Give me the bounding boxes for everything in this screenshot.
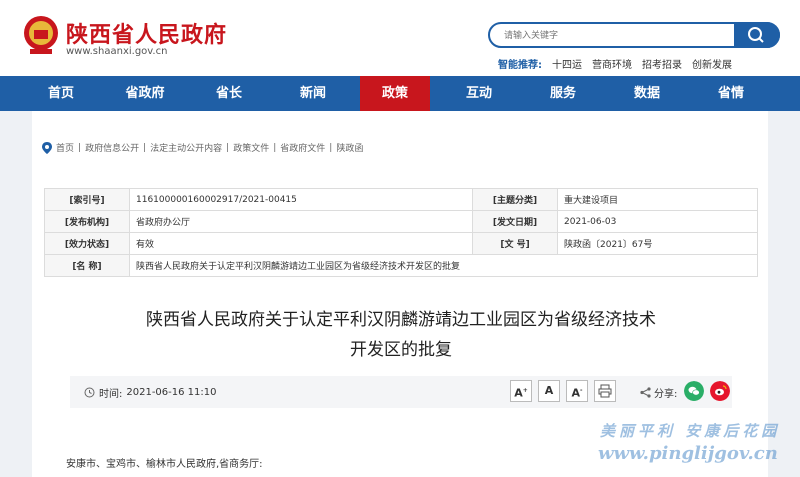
wechat-icon[interactable] <box>684 381 704 401</box>
print-button[interactable] <box>594 380 616 402</box>
hot-link[interactable]: 招考招录 <box>642 56 682 71</box>
font-size-decrease-button[interactable]: A- <box>566 380 588 402</box>
meta-value: 重大建设项目 <box>557 188 758 211</box>
meta-value: 陕政函〔2021〕67号 <box>557 232 758 255</box>
weibo-icon[interactable] <box>710 381 730 401</box>
breadcrumb-link[interactable]: 政府信息公开 <box>85 141 139 154</box>
breadcrumb-current[interactable]: 陕政函 <box>336 141 363 154</box>
nav-item-policy[interactable]: 政策 <box>360 76 430 111</box>
share-group: 分享: <box>640 385 677 400</box>
search-input[interactable] <box>502 27 726 45</box>
breadcrumb: 首页 | 政府信息公开 | 法定主动公开内容 | 政策文件 | 省政府文件 | … <box>42 141 363 154</box>
hot-link[interactable]: 营商环境 <box>592 56 632 71</box>
meta-label: [发布机构] <box>44 210 130 233</box>
publish-time-value: 2021-06-16 11:10 <box>126 387 217 398</box>
clock-icon <box>84 387 95 398</box>
breadcrumb-separator-icon: | <box>273 142 277 153</box>
font-size-increase-button[interactable]: A+ <box>510 380 532 402</box>
watermark-slogan: 美丽平利 安康后花园 <box>600 422 781 440</box>
publish-time: 时间: 2021-06-16 11:10 <box>84 385 217 400</box>
nav-item-province-info[interactable]: 省情 <box>696 76 766 111</box>
meta-label: [文 号] <box>472 232 559 255</box>
table-row: [索引号] 116100000160002917/2021-00415 [主题分… <box>44 188 758 211</box>
breadcrumb-link[interactable]: 政策文件 <box>233 141 269 154</box>
font-small-label: A <box>571 386 580 400</box>
nav-item-service[interactable]: 服务 <box>528 76 598 111</box>
document-title-line: 陕西省人民政府关于认定平利汉阴麟游靖边工业园区为省级经济技术 <box>146 310 656 330</box>
breadcrumb-separator-icon: | <box>329 142 333 153</box>
meta-value: 116100000160002917/2021-00415 <box>128 188 474 211</box>
hot-link[interactable]: 十四运 <box>552 56 582 71</box>
letter-recipients: 安康市、宝鸡市、榆林市人民政府,省商务厅: <box>66 459 263 470</box>
document-title: 陕西省人民政府关于认定平利汉阴麟游靖边工业园区为省级经济技术 开发区的批复 <box>44 305 758 365</box>
hot-link[interactable]: 创新发展 <box>692 56 732 71</box>
table-row: [名 称] 陕西省人民政府关于认定平利汉阴麟游靖边工业园区为省级经济技术开发区的… <box>44 254 758 277</box>
table-row: [效力状态] 有效 [文 号] 陕政函〔2021〕67号 <box>44 232 758 255</box>
breadcrumb-separator-icon: | <box>143 142 147 153</box>
breadcrumb-separator-icon: | <box>226 142 230 153</box>
meta-value: 2021-06-03 <box>557 210 758 233</box>
meta-value: 有效 <box>128 232 474 255</box>
breadcrumb-link[interactable]: 首页 <box>56 141 74 154</box>
site-header: 陕西省人民政府 www.shaanxi.gov.cn 智能推荐: 十四运 营商环… <box>0 0 800 76</box>
font-large-label: A <box>514 386 523 400</box>
nav-item-data[interactable]: 数据 <box>612 76 682 111</box>
meta-label: [效力状态] <box>44 232 130 255</box>
article-toolbar: 时间: 2021-06-16 11:10 A+ A A- 分享: <box>70 376 732 408</box>
meta-label: [主题分类] <box>472 188 559 211</box>
national-emblem-icon[interactable] <box>22 14 60 56</box>
hot-recommendations: 智能推荐: 十四运 营商环境 招考招录 创新发展 <box>498 56 732 71</box>
nav-item-home[interactable]: 首页 <box>26 76 96 111</box>
meta-label: [索引号] <box>44 188 130 211</box>
search-icon <box>748 27 764 43</box>
site-title[interactable]: 陕西省人民政府 <box>66 17 227 49</box>
table-row: [发布机构] 省政府办公厅 [发文日期] 2021-06-03 <box>44 210 758 233</box>
hot-label: 智能推荐: <box>498 60 542 71</box>
location-pin-icon <box>42 141 52 154</box>
nav-item-news[interactable]: 新闻 <box>278 76 348 111</box>
breadcrumb-link[interactable]: 省政府文件 <box>280 141 325 154</box>
breadcrumb-separator-icon: | <box>78 142 82 153</box>
search-box <box>488 22 780 48</box>
nav-item-interaction[interactable]: 互动 <box>444 76 514 111</box>
breadcrumb-link[interactable]: 法定主动公开内容 <box>150 141 222 154</box>
search-button[interactable] <box>734 22 780 48</box>
main-nav: 首页 省政府 省长 新闻 政策 互动 服务 数据 省情 <box>0 76 800 111</box>
publish-time-label: 时间: <box>99 389 123 400</box>
meta-value: 省政府办公厅 <box>128 210 474 233</box>
document-meta-table: [索引号] 116100000160002917/2021-00415 [主题分… <box>44 188 758 277</box>
meta-label: [名 称] <box>44 254 130 277</box>
meta-label: [发文日期] <box>472 210 559 233</box>
font-size-default-button[interactable]: A <box>538 380 560 402</box>
print-icon <box>598 384 612 398</box>
site-url: www.shaanxi.gov.cn <box>66 46 168 57</box>
share-label: 分享: <box>654 389 678 400</box>
meta-value: 陕西省人民政府关于认定平利汉阴麟游靖边工业园区为省级经济技术开发区的批复 <box>129 254 758 277</box>
nav-item-governor[interactable]: 省长 <box>194 76 264 111</box>
nav-item-government[interactable]: 省政府 <box>110 76 180 111</box>
share-icon <box>640 387 651 398</box>
font-mid-label: A <box>544 384 554 397</box>
watermark-url: www.pinglijgov.cn <box>598 443 778 464</box>
document-title-line: 开发区的批复 <box>350 340 452 360</box>
